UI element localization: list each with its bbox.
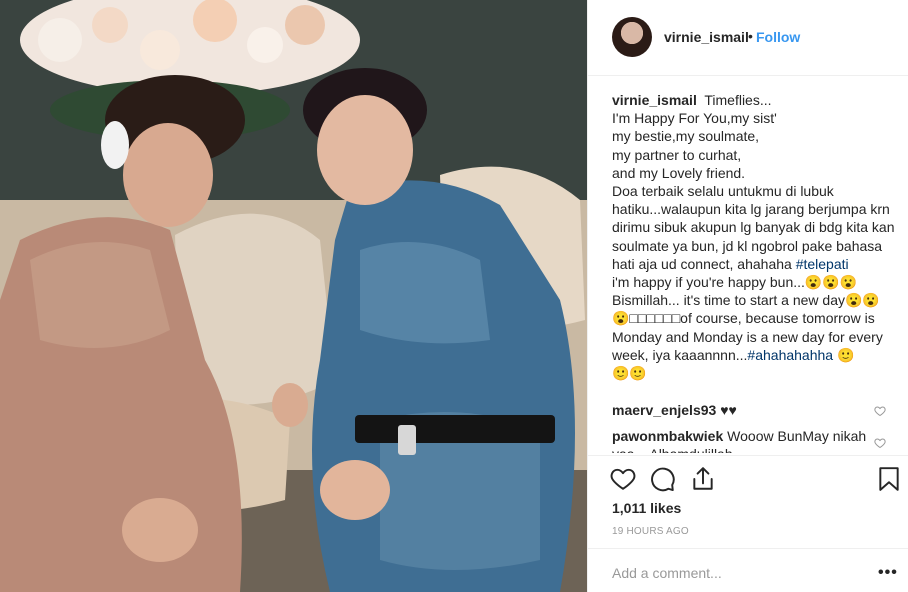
small-heart-icon[interactable] (874, 437, 886, 449)
post-header: virnie_ismail • Follow (588, 0, 908, 76)
bookmark-icon[interactable] (876, 466, 902, 492)
post-timestamp[interactable]: 19 HOURS AGO (612, 526, 689, 537)
header-username[interactable]: virnie_ismail (664, 29, 749, 45)
avatar[interactable] (612, 17, 652, 57)
action-bar (588, 458, 908, 498)
caption-username[interactable]: virnie_ismail (612, 92, 697, 108)
speech-bubble-icon[interactable] (650, 466, 676, 492)
post-side-panel: virnie_ismail • Follow virnie_ismail Tim… (587, 0, 908, 592)
add-comment-input[interactable] (612, 562, 852, 584)
divider (588, 548, 908, 549)
hashtag-link[interactable]: #ahahahahha (747, 347, 833, 363)
follow-button[interactable]: Follow (756, 29, 800, 45)
comment-username[interactable]: pawonmbakwiek (612, 428, 723, 444)
caption-text-main: Timeflies... I'm Happy For You,my sist' … (612, 92, 895, 272)
comment-username[interactable]: maerv_enjels93 (612, 402, 716, 418)
ellipsis-icon[interactable]: ••• (878, 564, 898, 582)
post-caption: virnie_ismail Timeflies... I'm Happy For… (612, 91, 897, 449)
comment-text: ♥♥ (720, 402, 737, 418)
divider (588, 455, 908, 456)
likes-count[interactable]: 1,011 likes (612, 500, 681, 516)
small-heart-icon[interactable] (874, 405, 886, 417)
post-photo[interactable] (0, 0, 587, 592)
share-upload-icon[interactable] (690, 466, 716, 492)
comment-item: maerv_enjels93 ♥♥ (612, 401, 872, 419)
hashtag-link[interactable]: #telepati (796, 256, 849, 272)
photo-illustration (0, 0, 587, 592)
heart-outline-icon[interactable] (610, 466, 636, 492)
header-separator: • (748, 28, 753, 44)
comment-item: pawonmbakwiek Wooow BunMay nikah yaa... … (612, 427, 872, 453)
caption-text: Timeflies... I'm Happy For You,my sist' … (612, 92, 897, 381)
